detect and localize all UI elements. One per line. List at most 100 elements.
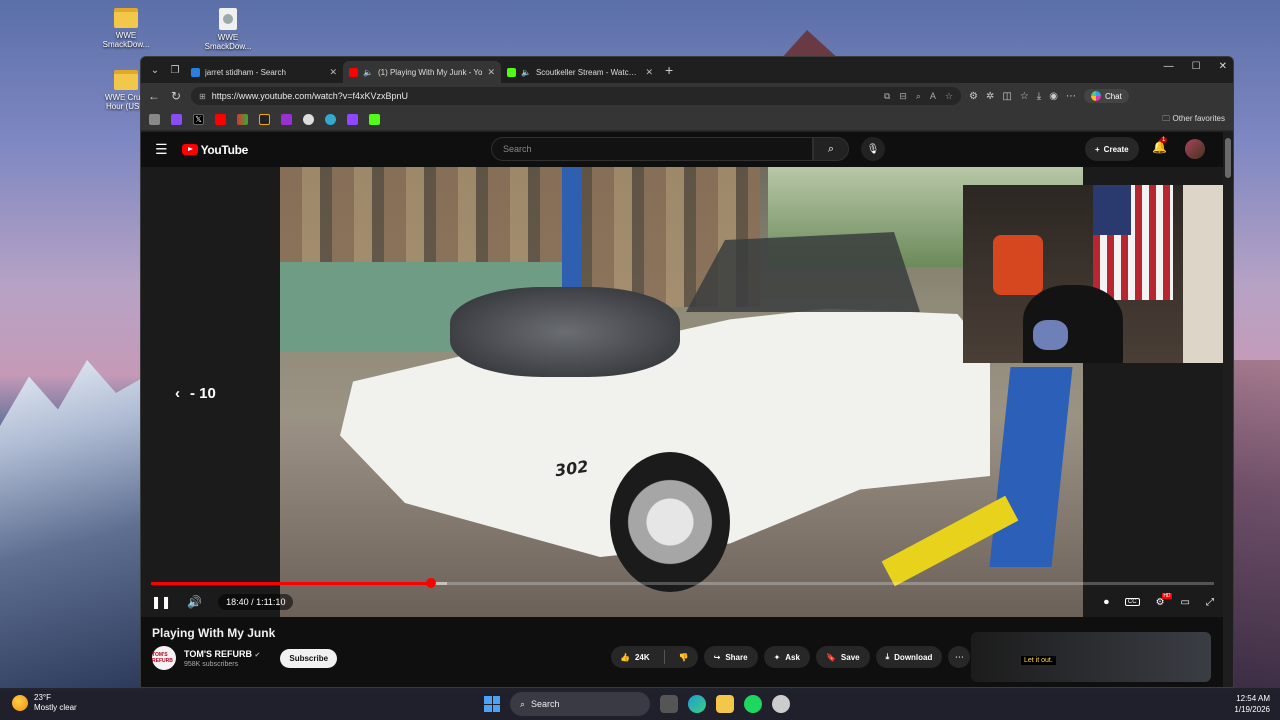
- window-controls: — ☐ ✕: [1164, 61, 1227, 72]
- autoplay-toggle-icon[interactable]: ⏺: [1104, 597, 1109, 608]
- dislike-button[interactable]: 👎: [670, 646, 698, 668]
- url-text: https://www.youtube.com/watch?v=f4xKVzxB…: [211, 91, 409, 101]
- taskbar-search[interactable]: ⌕ Search: [510, 692, 650, 716]
- desktop-icon-1[interactable]: WWE SmackDow...: [96, 8, 156, 49]
- speaker-icon[interactable]: 🔈: [363, 68, 373, 77]
- other-favorites[interactable]: 🗀 Other favorites: [1162, 113, 1225, 127]
- close-tab-icon[interactable]: ✕: [487, 67, 495, 78]
- hamburger-menu-icon[interactable]: ☰: [155, 141, 168, 158]
- desktop-icon-2[interactable]: WWE SmackDow...: [198, 8, 258, 51]
- favorites-icon[interactable]: ☆: [1020, 91, 1029, 102]
- account-avatar[interactable]: [1185, 139, 1205, 159]
- spotify-icon[interactable]: [744, 695, 762, 713]
- edge-browser-icon[interactable]: [688, 695, 706, 713]
- close-window-icon[interactable]: ✕: [1219, 61, 1227, 72]
- favorites-icon[interactable]: [149, 114, 160, 125]
- youtube-icon[interactable]: [215, 114, 226, 125]
- channel-name-row[interactable]: TOM'S REFURB ✔: [184, 649, 260, 659]
- copilot-chat-button[interactable]: Chat: [1083, 89, 1129, 103]
- sparkle-icon: ✦: [773, 652, 781, 662]
- github-icon[interactable]: [303, 114, 314, 125]
- file-explorer-icon[interactable]: [716, 695, 734, 713]
- verified-check-icon: ✔: [254, 651, 261, 659]
- extension-puzzle-icon[interactable]: ✲: [986, 91, 994, 102]
- favorite-star-icon[interactable]: ☆: [945, 91, 953, 102]
- purple-app-icon[interactable]: [171, 114, 182, 125]
- windows-start-icon[interactable]: [484, 696, 500, 712]
- fullscreen-icon[interactable]: ⤢: [1206, 597, 1214, 608]
- more-menu-icon[interactable]: ⋯: [1066, 91, 1076, 102]
- back-arrow-icon[interactable]: ←: [147, 89, 161, 103]
- tab-title: jarret stidham - Search: [205, 67, 286, 77]
- twitch-icon[interactable]: [347, 114, 358, 125]
- youtube-logo[interactable]: YouTube: [181, 143, 248, 157]
- desktop-icon-label: WWE SmackDow...: [204, 33, 252, 51]
- video-player[interactable]: 302 ‹ - 10 ❚❚ 🔊 18:40 / 1:11:10 ⏺ CC ⚙ H…: [141, 167, 1224, 617]
- minimize-icon[interactable]: —: [1164, 61, 1174, 72]
- ask-button[interactable]: ✦ Ask: [763, 646, 810, 668]
- downloads-icon[interactable]: ⤓: [1037, 91, 1041, 102]
- system-clock[interactable]: 12:54 AM 1/19/2026: [1234, 693, 1270, 715]
- x-icon[interactable]: 𝕏: [193, 114, 204, 125]
- task-view-icon[interactable]: [660, 695, 678, 713]
- page-scrollbar[interactable]: [1223, 132, 1233, 687]
- save-button[interactable]: 🔖 Save: [815, 646, 870, 668]
- captions-icon[interactable]: CC: [1124, 598, 1140, 606]
- weather-moon-icon: [12, 695, 28, 711]
- speaker-icon[interactable]: 🔈: [521, 68, 531, 77]
- save-label: Save: [840, 652, 860, 662]
- close-tab-icon[interactable]: ✕: [645, 67, 653, 78]
- close-tab-icon[interactable]: ✕: [329, 67, 337, 78]
- more-actions-icon[interactable]: ⋯: [948, 646, 971, 668]
- workspaces-icon[interactable]: ❐: [165, 60, 185, 80]
- site-info-icon[interactable]: ⊞: [199, 92, 206, 101]
- voice-search-mic-icon[interactable]: 🎙: [861, 137, 885, 161]
- black-square-icon[interactable]: [259, 114, 270, 125]
- flag-icon[interactable]: [237, 114, 248, 125]
- extensions-icon[interactable]: ⚙: [969, 91, 978, 102]
- pause-icon[interactable]: ❚❚: [151, 595, 171, 609]
- tab-kick[interactable]: 🔈 Scoutkeller Stream - Watch Li ✕: [501, 61, 659, 83]
- progress-bar[interactable]: [151, 578, 1214, 588]
- clock-time: 12:54 AM: [1236, 694, 1270, 703]
- app-recording-icon[interactable]: [772, 695, 790, 713]
- purple-p-icon[interactable]: [281, 114, 292, 125]
- recommended-video-thumbnail[interactable]: Let it out.: [971, 632, 1211, 682]
- tab-actions-chevron-icon[interactable]: ⌄: [145, 60, 165, 80]
- channel-name: TOM'S REFURB: [184, 648, 252, 659]
- theater-mode-icon[interactable]: ▭: [1181, 597, 1190, 608]
- download-button[interactable]: ⤓ Download: [875, 646, 943, 668]
- search-input[interactable]: Search: [491, 137, 813, 161]
- share-button[interactable]: ↪ Share: [703, 646, 758, 668]
- weather-widget[interactable]: 23°F Mostly clear: [12, 693, 77, 713]
- scrollbar-thumb[interactable]: [1225, 138, 1231, 178]
- subscribe-button[interactable]: Subscribe: [280, 648, 338, 668]
- taskbar-search-label: Search: [531, 699, 560, 709]
- blue-arc-icon[interactable]: [325, 114, 336, 125]
- bookmark-icon: 🔖: [825, 652, 836, 662]
- front-wheel: [610, 452, 730, 592]
- settings-gear-icon[interactable]: ⚙: [1156, 592, 1172, 608]
- tab-strip: ⌄ ❐ jarret stidham - Search ✕ 🔈 (1) Play…: [141, 57, 1233, 83]
- tab-youtube[interactable]: 🔈 (1) Playing With My Junk - Yo ✕: [343, 61, 501, 83]
- zoom-icon[interactable]: ⌕: [916, 91, 921, 102]
- app-available-icon[interactable]: ⊟: [899, 91, 907, 102]
- channel-avatar[interactable]: TOM'S REFURB: [152, 646, 176, 670]
- split-screen-icon[interactable]: ◫: [1002, 91, 1011, 102]
- create-button[interactable]: + Create: [1085, 137, 1139, 161]
- translate-icon[interactable]: ⧉: [884, 91, 890, 102]
- refresh-icon[interactable]: ↻: [169, 89, 183, 103]
- kick-icon[interactable]: [369, 114, 380, 125]
- maximize-icon[interactable]: ☐: [1192, 61, 1201, 72]
- url-field[interactable]: ⊞ https://www.youtube.com/watch?v=f4xKVz…: [191, 87, 961, 105]
- new-tab-plus-icon[interactable]: +: [665, 62, 673, 78]
- read-aloud-icon[interactable]: A: [930, 91, 936, 102]
- url-actions: ⧉ ⊟ ⌕ A ☆: [884, 91, 953, 102]
- tab-search[interactable]: jarret stidham - Search ✕: [185, 61, 343, 83]
- profile-icon[interactable]: ◉: [1049, 91, 1058, 102]
- channel-row: TOM'S REFURB TOM'S REFURB ✔ 958K subscri…: [152, 646, 338, 670]
- like-button[interactable]: 👍 24K: [611, 646, 659, 668]
- scrubber-handle[interactable]: [425, 578, 436, 588]
- volume-icon[interactable]: 🔊: [187, 595, 202, 609]
- search-button[interactable]: ⌕: [813, 137, 849, 161]
